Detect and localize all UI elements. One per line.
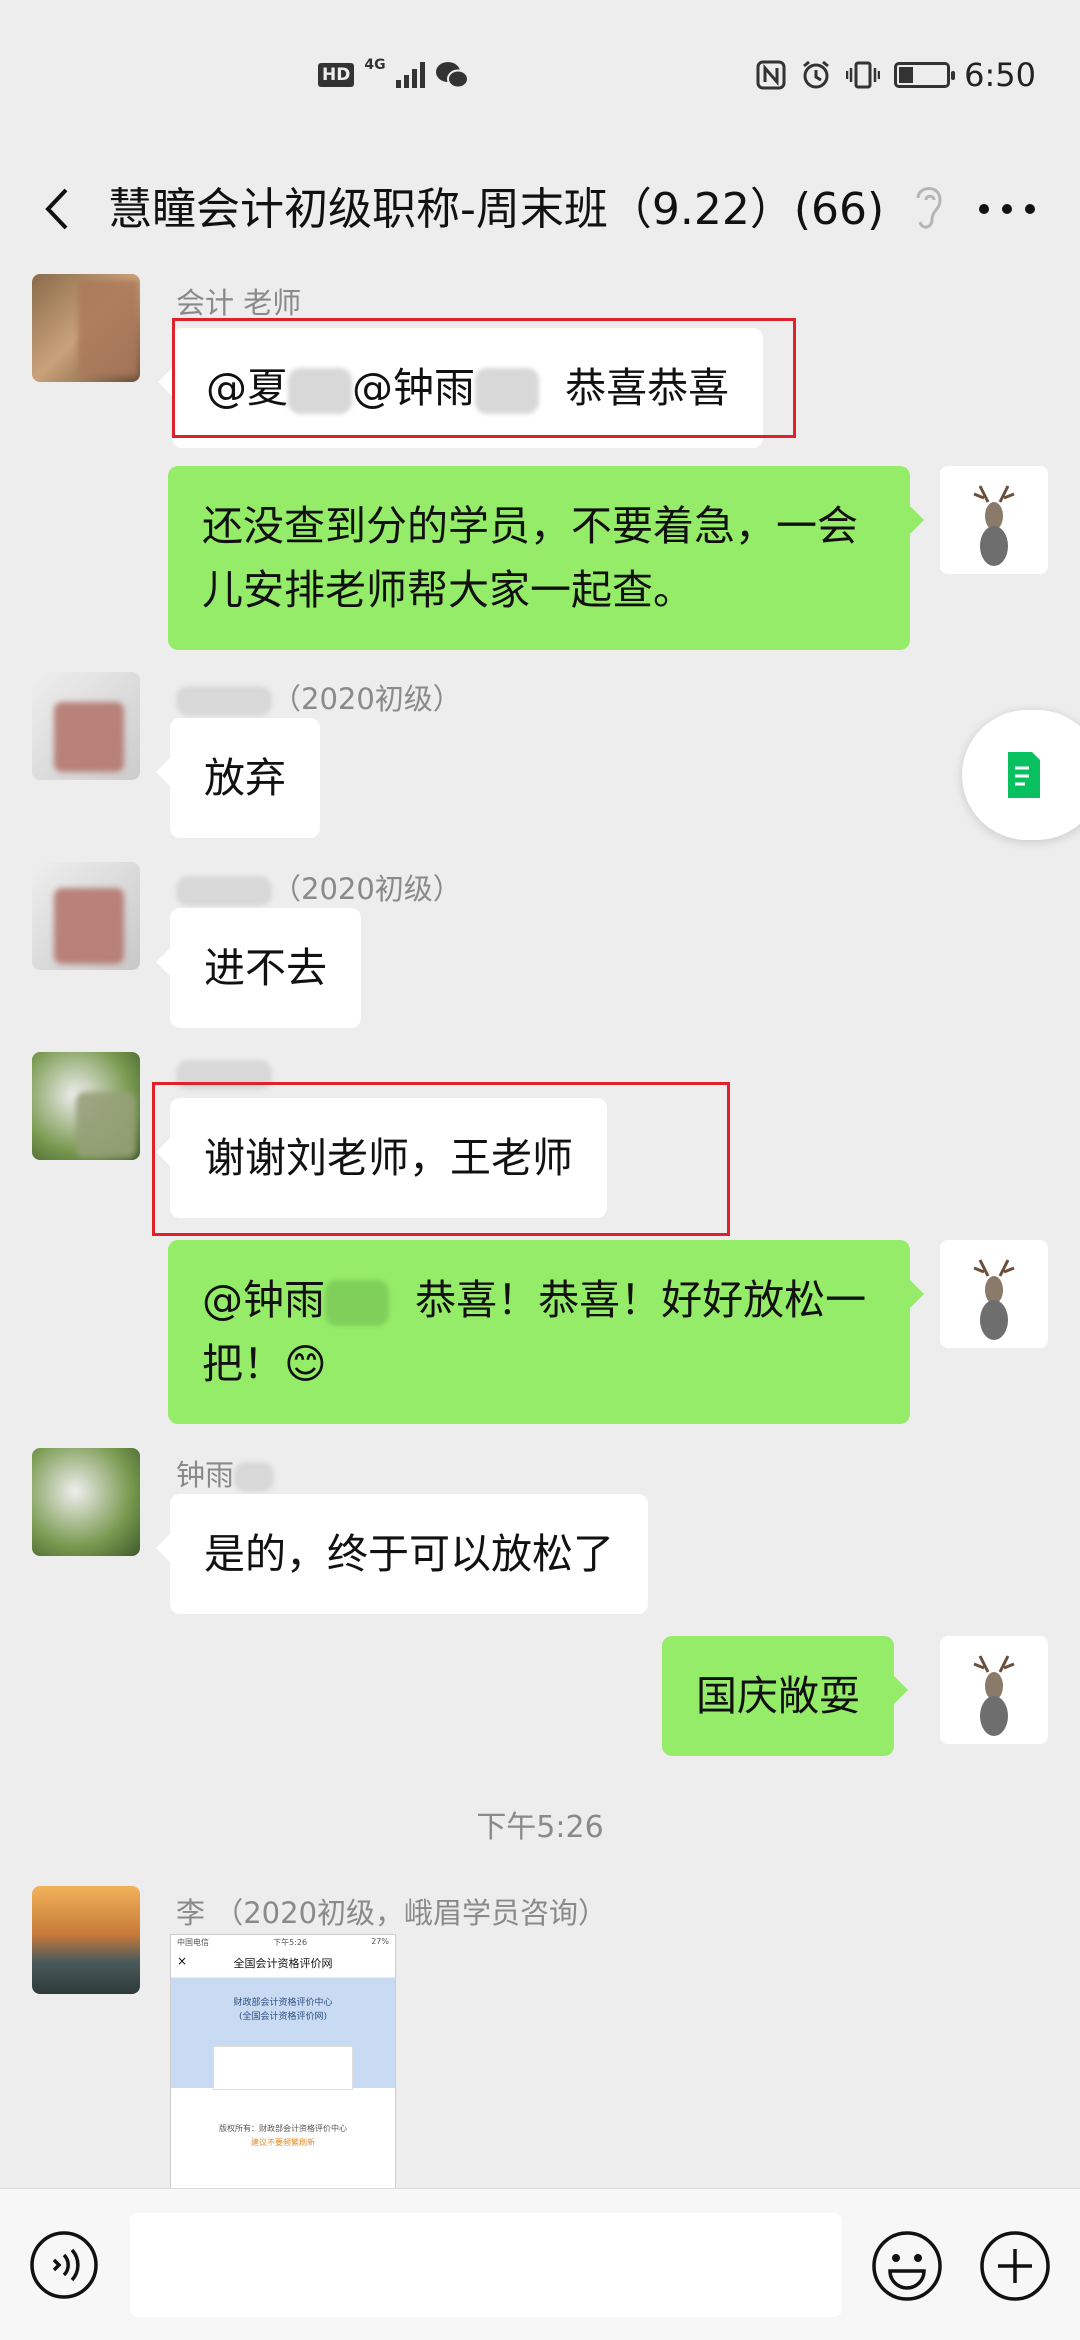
close-icon: ×	[177, 1954, 188, 1968]
more-icon[interactable]	[972, 184, 1042, 234]
status-bar: HD 4G 6:50	[0, 0, 1080, 150]
redacted-text	[176, 686, 272, 716]
deer-icon	[973, 1259, 1015, 1340]
nfc-icon	[756, 60, 786, 90]
note-icon	[1008, 752, 1040, 798]
sender-name: 钟雨	[176, 1452, 275, 1494]
sender-name: （2020初级）	[176, 866, 462, 908]
avatar[interactable]	[32, 1448, 140, 1556]
message-list[interactable]: 会计 老师 @夏 @钟雨 恭喜恭喜 还没查到分的学员，不要着急，一会儿安排老师帮大…	[0, 270, 1080, 2188]
battery-icon	[894, 62, 956, 88]
floating-note-button[interactable]	[962, 710, 1080, 840]
message-bubble[interactable]: 进不去	[156, 908, 361, 1028]
clock: 6:50	[964, 56, 1036, 94]
redacted-text	[176, 876, 272, 906]
message-input[interactable]	[130, 2213, 842, 2317]
sender-name: 李 （2020初级，峨眉学员咨询）	[176, 1896, 608, 1930]
score-table	[213, 2046, 353, 2090]
redacted-text	[325, 1280, 389, 1326]
self-avatar[interactable]	[940, 1240, 1048, 1348]
emoji-icon[interactable]	[870, 2229, 944, 2303]
input-bar	[0, 2188, 1080, 2340]
self-avatar[interactable]	[940, 466, 1048, 574]
message-bubble[interactable]: 还没查到分的学员，不要着急，一会儿安排老师帮大家一起查。	[168, 466, 924, 650]
voice-icon[interactable]	[28, 2229, 100, 2301]
hd-indicator: HD	[318, 63, 355, 87]
self-avatar[interactable]	[940, 1636, 1048, 1744]
message-bubble[interactable]: @钟雨 恭喜！恭喜！好好放松一把！😊	[168, 1240, 924, 1424]
message-bubble[interactable]: 放弃	[156, 718, 320, 838]
highlight-box	[152, 1082, 730, 1236]
deer-icon	[973, 485, 1015, 566]
highlight-box	[172, 318, 796, 438]
timestamp: 下午5:26	[476, 1810, 604, 1845]
ear-icon	[916, 187, 942, 229]
avatar[interactable]	[32, 1052, 140, 1160]
message-bubble[interactable]: 国庆敞耍	[662, 1636, 908, 1756]
avatar[interactable]	[32, 862, 140, 970]
plus-icon[interactable]	[978, 2229, 1052, 2303]
avatar[interactable]	[32, 274, 140, 382]
sender-name: 会计 老师	[176, 286, 302, 320]
network-type: 4G	[364, 57, 386, 73]
chat-header: 慧瞳会计初级职称-周末班（9.22）(66)	[0, 150, 1080, 270]
avatar[interactable]	[32, 672, 140, 780]
vibrate-icon	[846, 61, 881, 89]
signal-icon	[395, 62, 425, 88]
message-bubble[interactable]: 是的，终于可以放松了	[156, 1494, 648, 1614]
avatar[interactable]	[32, 1886, 140, 1994]
wechat-icon	[435, 62, 469, 89]
image-message[interactable]: 中国电信 下午5:26 27% × 全国会计资格评价网 财政部会计资格评价中心 …	[170, 1934, 396, 2188]
sender-name: （2020初级）	[176, 676, 462, 718]
back-icon[interactable]	[34, 184, 84, 234]
alarm-icon	[803, 60, 830, 89]
deer-icon	[973, 1655, 1015, 1736]
redacted-text	[234, 1462, 275, 1492]
chat-title: 慧瞳会计初级职称-周末班（9.22）(66)	[108, 184, 885, 235]
